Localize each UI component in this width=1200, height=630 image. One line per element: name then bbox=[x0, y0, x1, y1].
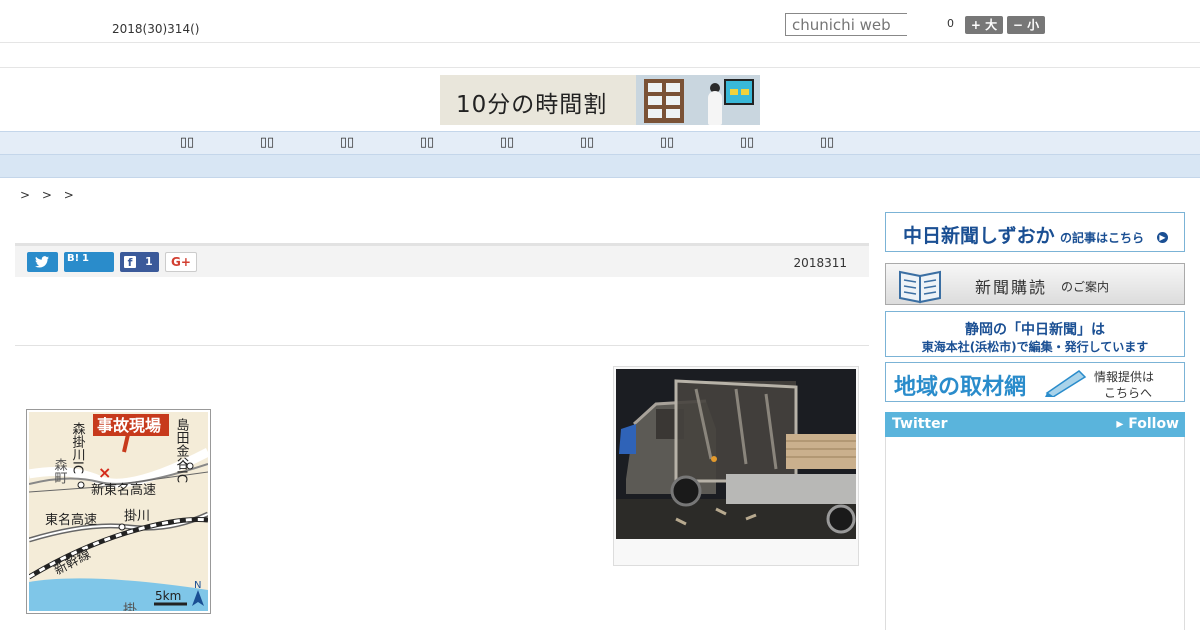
content-divider bbox=[15, 345, 869, 346]
nav-item-3[interactable]: ▯▯ bbox=[327, 135, 367, 150]
map-label-shimada-kanaya-ic: 島田金谷IC bbox=[174, 418, 190, 483]
arrow-right-circle-icon: ▶ bbox=[1157, 232, 1168, 243]
nav-item-4[interactable]: ▯▯ bbox=[407, 135, 447, 150]
twitter-follow-button[interactable]: ▸ Follow bbox=[1116, 416, 1179, 432]
nav-item-1[interactable]: ▯▯ bbox=[167, 135, 207, 150]
nav-item-7[interactable]: ▯▯ bbox=[647, 135, 687, 150]
hatena-count: 1 bbox=[82, 253, 89, 264]
facebook-count: 1 bbox=[145, 255, 153, 268]
font-size-count: 0 bbox=[947, 17, 954, 30]
subscription-title: 新聞購読 bbox=[975, 278, 1048, 297]
facebook-icon: f bbox=[124, 256, 136, 269]
screen-image bbox=[724, 79, 754, 105]
nav-item-5[interactable]: ▯▯ bbox=[487, 135, 527, 150]
facebook-share-button[interactable]: f 1 bbox=[120, 252, 159, 272]
nav-item-2[interactable]: ▯▯ bbox=[247, 135, 287, 150]
network-sub-1: 情報提供は bbox=[1094, 370, 1155, 384]
subscription-guide-link[interactable]: 新聞購読 のご案内 bbox=[885, 263, 1185, 305]
twitter-widget-title: Twitter bbox=[892, 416, 948, 432]
regional-news-network-link[interactable]: 地域の取材網 情報提供は こちらへ bbox=[885, 362, 1185, 402]
network-title: 地域の取材網 bbox=[894, 375, 1027, 400]
pencil-icon bbox=[1045, 370, 1087, 397]
accident-photo bbox=[613, 366, 859, 566]
share-bar: B! 1 f 1 G+ 2018311 bbox=[15, 243, 869, 277]
tokai-headquarters-info[interactable]: 静岡の「中日新聞」は 東海本社(浜松市)で編集・発行しています bbox=[885, 311, 1185, 357]
google-plus-icon: G+ bbox=[171, 255, 191, 269]
shizuoka-subtitle: の記事はこちら bbox=[1060, 231, 1145, 245]
banner-ad[interactable]: 10分の時間割 bbox=[440, 75, 760, 125]
twitter-share-button[interactable] bbox=[27, 252, 58, 272]
map-label-tomei: 東名高速 bbox=[45, 512, 97, 528]
banner-photo bbox=[636, 75, 760, 125]
map-label-mori-kakegawa-ic: 森掛川IC bbox=[70, 422, 86, 474]
chunichi-shizuoka-link[interactable]: 中日新聞しずおか の記事はこちら ▶ bbox=[885, 212, 1185, 252]
google-plus-share-button[interactable]: G+ bbox=[165, 252, 197, 272]
person-image bbox=[708, 91, 722, 125]
twitter-widget-header: Twitter ▸ Follow bbox=[885, 412, 1185, 437]
network-sub-2: こちらへ bbox=[1104, 386, 1153, 400]
top-bar: 2018(30)314() 0 + 大 − 小 bbox=[0, 0, 1200, 43]
font-size-decrease-button[interactable]: − 小 bbox=[1007, 16, 1045, 34]
map-label-mori-town: 森町 bbox=[52, 458, 68, 484]
hq-line-2: 東海本社(浜松市)で編集・発行しています bbox=[921, 340, 1149, 354]
twitter-widget-body bbox=[885, 437, 1185, 630]
map-title-label: 事故現場 bbox=[97, 416, 161, 435]
search-input[interactable] bbox=[785, 13, 907, 36]
map-north-label: N bbox=[194, 580, 201, 591]
accident-location-map: 事故現場 × 新東名高速 東名高速 掛川 新幹線 掛川市 森掛川IC 島田金谷I… bbox=[26, 409, 211, 614]
banner-text: 10分の時間割 bbox=[456, 92, 608, 118]
font-size-increase-button[interactable]: + 大 bbox=[965, 16, 1003, 34]
map-label-shin-tomei: 新東名高速 bbox=[91, 482, 156, 498]
hatena-bookmark-button[interactable]: B! 1 bbox=[64, 252, 114, 272]
map-scale: 5km bbox=[155, 589, 181, 603]
nav-item-6[interactable]: ▯▯ bbox=[567, 135, 607, 150]
nav-item-8[interactable]: ▯▯ bbox=[727, 135, 767, 150]
map-label-kakegawa-city: 掛川市 bbox=[121, 602, 137, 611]
breadcrumb[interactable]: > > > bbox=[20, 188, 78, 202]
window-image bbox=[644, 79, 684, 123]
twitter-bird-icon bbox=[35, 256, 49, 268]
shizuoka-title: 中日新聞しずおか bbox=[903, 225, 1055, 247]
main-nav: ▯▯ ▯▯ ▯▯ ▯▯ ▯▯ ▯▯ ▯▯ ▯▯ ▯▯ bbox=[0, 131, 1200, 155]
hatena-icon: B! bbox=[67, 253, 80, 264]
svg-text:×: × bbox=[98, 463, 111, 482]
nav-item-9[interactable]: ▯▯ bbox=[807, 135, 847, 150]
current-date: 2018(30)314() bbox=[112, 22, 200, 36]
publish-date: 2018311 bbox=[793, 256, 847, 270]
sub-bar bbox=[0, 43, 1200, 68]
sub-nav bbox=[0, 155, 1200, 178]
subscription-subtitle: のご案内 bbox=[1061, 280, 1110, 294]
map-label-kakegawa: 掛川 bbox=[124, 509, 150, 524]
book-icon bbox=[899, 270, 941, 304]
hq-line-1: 静岡の「中日新聞」は bbox=[965, 322, 1105, 338]
